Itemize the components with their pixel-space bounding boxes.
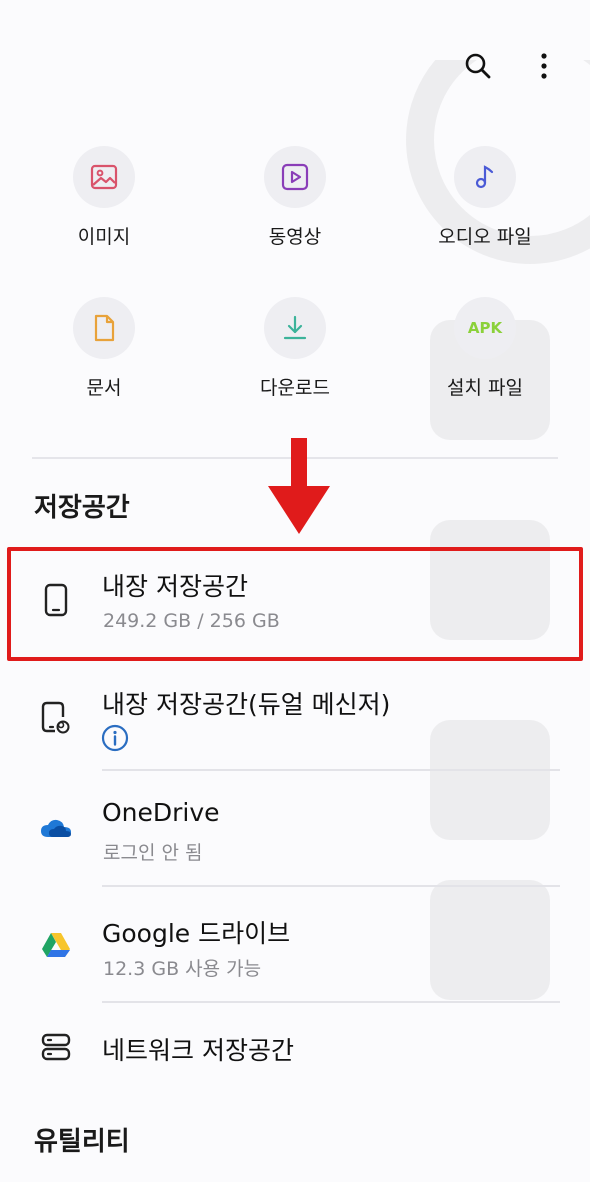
category-label: 문서 — [86, 377, 122, 399]
search-icon — [465, 53, 491, 79]
category-downloads[interactable]: 다운로드 — [220, 297, 370, 400]
info-button[interactable] — [101, 724, 129, 756]
category-label: 다운로드 — [260, 377, 330, 399]
red-arrow-annotation — [268, 438, 330, 534]
storage-item-title: OneDrive — [102, 798, 220, 827]
network-storage-icon-wrap — [38, 1027, 74, 1067]
category-videos-circle — [264, 146, 326, 208]
download-icon — [283, 315, 307, 340]
category-downloads-circle — [264, 297, 326, 359]
apk-icon: APK — [467, 319, 503, 337]
audio-icon — [475, 165, 494, 189]
storage-item-dual-messenger[interactable]: 내장 저장공간(듀얼 메신저) — [0, 673, 590, 768]
storage-item-google-drive[interactable]: Google 드라이브 12.3 GB 사용 가능 — [0, 905, 590, 1000]
onedrive-icon-wrap — [38, 809, 74, 849]
utilities-section-title: 유틸리티 — [34, 1127, 130, 1157]
category-label: 오디오 파일 — [438, 226, 532, 248]
category-install-files-circle: APK — [454, 297, 516, 359]
category-images-circle — [73, 146, 135, 208]
category-documents[interactable]: 문서 — [29, 297, 179, 400]
category-videos[interactable]: 동영상 — [220, 146, 370, 249]
category-install-files[interactable]: APK 설치 파일 — [410, 297, 560, 400]
storage-item-onedrive[interactable]: OneDrive 로그인 안 됨 — [0, 789, 590, 884]
storage-item-status: 로그인 안 됨 — [103, 842, 203, 864]
storage-item-title: 네트워크 저장공간 — [102, 1036, 294, 1065]
category-label: 동영상 — [268, 226, 322, 248]
more-options-button[interactable] — [528, 50, 560, 82]
more-vertical-icon — [541, 53, 547, 79]
storage-item-title: Google 드라이브 — [102, 919, 291, 948]
video-icon — [281, 163, 309, 191]
storage-item-title: 내장 저장공간(듀얼 메신저) — [102, 690, 391, 719]
row-divider — [102, 769, 560, 771]
dual-messenger-phone-icon — [41, 701, 70, 734]
search-button[interactable] — [462, 50, 494, 82]
category-audio-circle — [454, 146, 516, 208]
dual-phone-icon-wrap — [38, 698, 74, 738]
network-storage-icon — [41, 1033, 71, 1061]
google-drive-icon — [42, 933, 70, 957]
category-label: 이미지 — [77, 226, 131, 248]
onedrive-icon — [41, 819, 71, 837]
storage-section-title: 저장공간 — [34, 493, 130, 523]
info-icon — [101, 724, 129, 752]
document-icon — [94, 314, 115, 342]
top-action-bar — [462, 50, 560, 82]
row-divider — [102, 1001, 560, 1003]
category-documents-circle — [73, 297, 135, 359]
storage-item-available: 12.3 GB 사용 가능 — [103, 958, 262, 980]
row-divider — [102, 885, 560, 887]
category-audio[interactable]: 오디오 파일 — [410, 146, 560, 249]
image-icon — [90, 164, 118, 190]
category-label: 설치 파일 — [447, 377, 523, 399]
category-images[interactable]: 이미지 — [29, 146, 179, 249]
google-drive-icon-wrap — [38, 925, 74, 965]
storage-item-network[interactable]: 네트워크 저장공간 — [0, 1021, 590, 1081]
red-highlight-box — [7, 547, 583, 661]
